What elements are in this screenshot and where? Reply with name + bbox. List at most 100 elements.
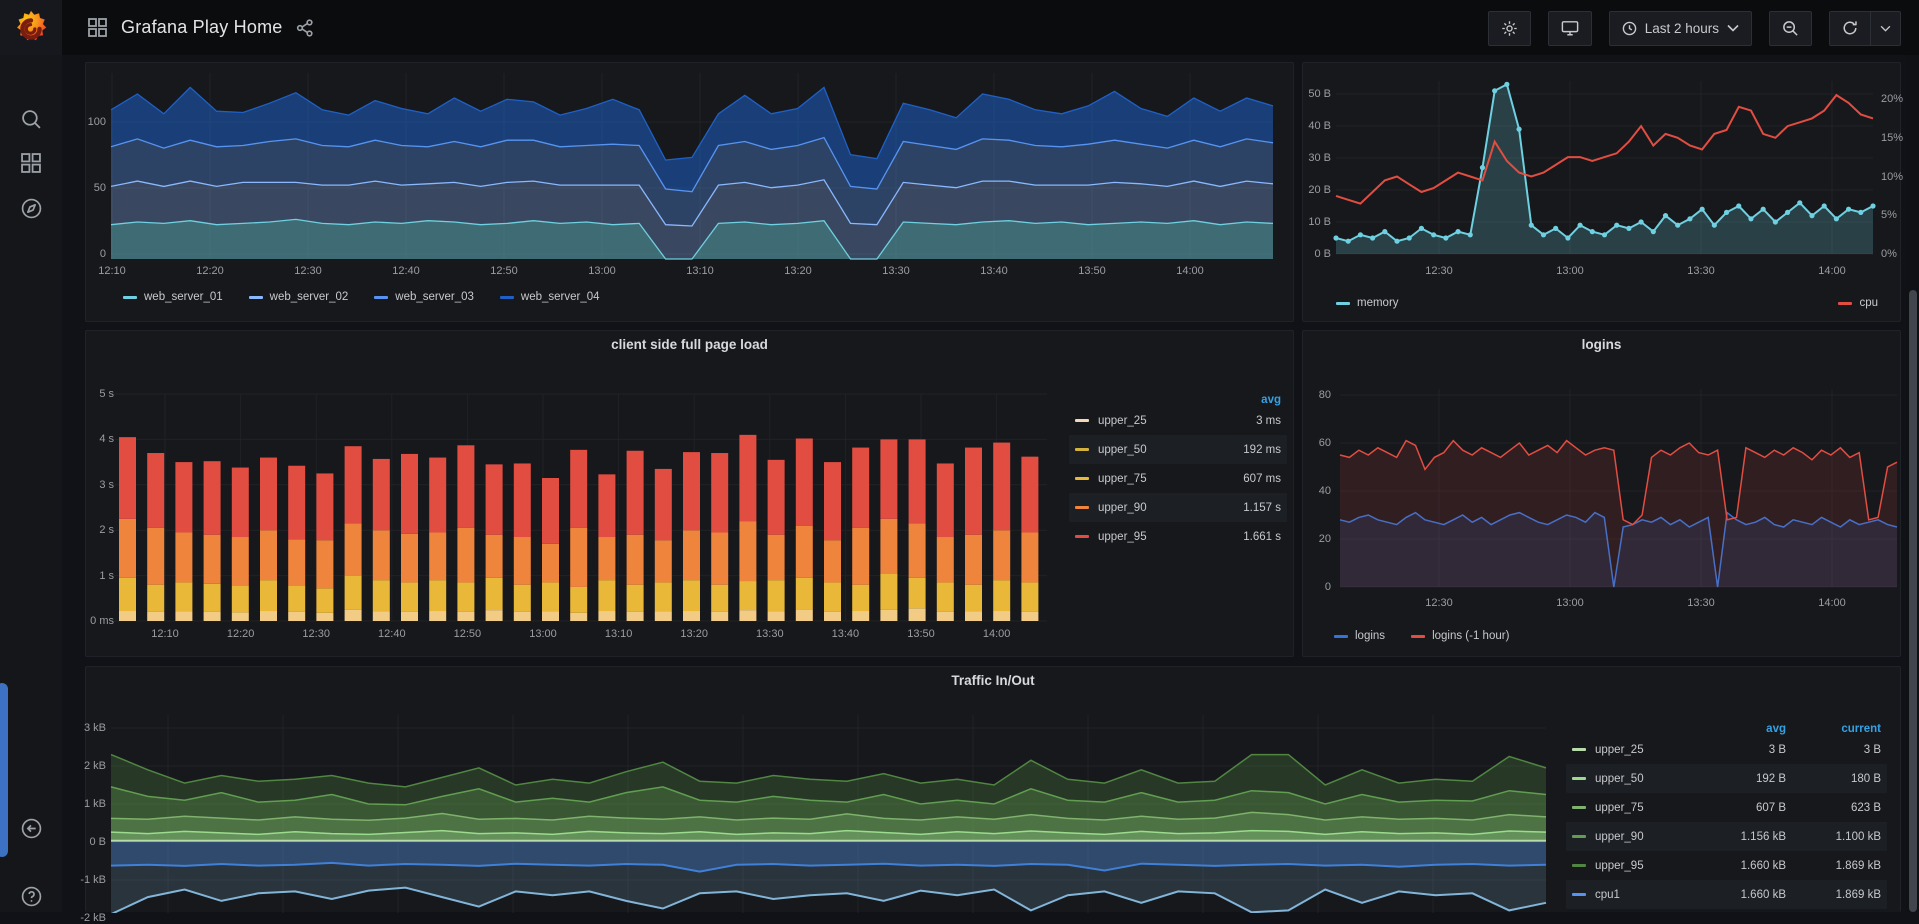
dashboard-settings-button[interactable]	[1488, 11, 1531, 46]
help-menu-item[interactable]	[0, 874, 62, 918]
legend-table-row[interactable]: upper_50192 ms	[1069, 435, 1287, 464]
panel-web-servers[interactable]: 050100 12:1012:2012:3012:4012:5013:0013:…	[85, 62, 1294, 322]
page-scrollbar-thumb[interactable]	[1909, 290, 1917, 912]
search-icon	[21, 109, 42, 130]
y-axis-tick-label: 4 s	[74, 433, 114, 445]
y-axis-tick-label: 2 kB	[71, 760, 106, 772]
legend-item[interactable]: logins	[1334, 630, 1385, 642]
grafana-logo[interactable]	[0, 0, 62, 55]
search-menu-item[interactable]	[0, 97, 62, 141]
memory-cpu-chart	[1303, 63, 1902, 323]
legend-label: upper_95	[1595, 860, 1644, 872]
x-axis-tick-label: 12:40	[392, 265, 420, 277]
legend-label: upper_75	[1098, 473, 1147, 485]
y-axis-tick-label: 50	[76, 182, 106, 194]
x-axis-tick-label: 12:30	[1425, 265, 1453, 277]
legend-value: 192 B	[1691, 773, 1786, 785]
dashboard-grid-icon[interactable]	[88, 18, 107, 37]
legend-table-row[interactable]: upper_50192 B180 B	[1566, 764, 1887, 793]
x-axis-tick-label: 12:20	[196, 265, 224, 277]
sign-in-menu-item[interactable]	[0, 806, 62, 850]
legend-sort-header[interactable]: avg	[1691, 723, 1786, 735]
y-axis-tick-label: 10%	[1881, 171, 1903, 183]
legend-label: upper_50	[1595, 773, 1644, 785]
dashboards-menu-item[interactable]	[0, 141, 62, 185]
x-axis-tick-label: 12:40	[378, 628, 406, 640]
legend-color-dash	[1075, 477, 1089, 480]
legend-table-row[interactable]: upper_951.660 kB1.869 kB	[1566, 851, 1887, 880]
page-title[interactable]: Grafana Play Home	[121, 17, 282, 38]
legend-label: web_server_03	[395, 291, 474, 303]
dashboards-grid-icon	[21, 153, 41, 173]
panel-client-side-full-page-load[interactable]: client side full page load 0 ms1 s2 s3 s…	[85, 330, 1294, 657]
legend-table-row[interactable]: upper_75607 B623 B	[1566, 793, 1887, 822]
zoom-out-button[interactable]	[1769, 11, 1812, 46]
x-axis-tick-label: 13:30	[1687, 265, 1715, 277]
legend-color-dash	[249, 296, 263, 299]
y-axis-tick-label: 0	[1301, 581, 1331, 593]
y-axis-tick-label: 0 B	[1293, 248, 1331, 260]
legend-label: web_server_02	[270, 291, 349, 303]
x-axis-tick-label: 12:10	[151, 628, 179, 640]
legend-item[interactable]: web_server_01	[123, 291, 223, 303]
legend-table-row[interactable]: upper_901.156 kB1.100 kB	[1566, 822, 1887, 851]
legend-value: 3 B	[1786, 744, 1881, 756]
legend-sort-header[interactable]: current	[1786, 723, 1881, 735]
chevron-down-icon	[1880, 25, 1891, 32]
help-icon	[21, 886, 42, 907]
legend-item[interactable]: cpu	[1838, 297, 1878, 309]
y-axis-tick-label: 40	[1301, 485, 1331, 497]
time-range-picker[interactable]: Last 2 hours	[1609, 11, 1752, 46]
y-axis-tick-label: -2 kB	[71, 912, 106, 924]
legend-table-row[interactable]: cpu11.660 kB1.869 kB	[1566, 880, 1887, 909]
legend-sort-header[interactable]: avg	[1193, 394, 1281, 406]
legend-color-dash	[500, 296, 514, 299]
panel-traffic-in-out[interactable]: Traffic In/Out 3 kB2 kB1 kB0 B-1 kB-2 kB…	[85, 666, 1901, 912]
panel-memory-cpu[interactable]: 0 B10 B20 B30 B40 B50 B 0%5%10%15%20% 12…	[1302, 62, 1901, 322]
legend-table-row[interactable]: upper_951.661 s	[1069, 522, 1287, 551]
share-icon[interactable]	[296, 19, 314, 37]
legend-label: upper_50	[1098, 444, 1147, 456]
legend-item[interactable]: logins (-1 hour)	[1411, 630, 1509, 642]
legend-table-header: avg	[1069, 394, 1287, 406]
refresh-button[interactable]	[1829, 11, 1871, 46]
y-axis-tick-label: 5 s	[74, 388, 114, 400]
legend-label: upper_95	[1098, 531, 1147, 543]
y-axis-tick-label: 3 s	[74, 479, 114, 491]
clock-icon	[1622, 21, 1637, 36]
legend-label: upper_90	[1595, 831, 1644, 843]
panel-logins[interactable]: logins 020406080 12:3013:0013:3014:00 lo…	[1302, 330, 1901, 657]
tv-kiosk-button[interactable]	[1548, 11, 1592, 46]
y-axis-tick-label: 15%	[1881, 132, 1903, 144]
sign-in-icon	[21, 818, 42, 839]
legend-item[interactable]: web_server_02	[249, 291, 349, 303]
y-axis-tick-label: 20	[1301, 533, 1331, 545]
legend-value: 623 B	[1786, 802, 1881, 814]
y-axis-tick-label: 40 B	[1293, 120, 1331, 132]
x-axis-tick-label: 13:00	[1556, 597, 1584, 609]
x-axis-tick-label: 12:30	[294, 265, 322, 277]
x-axis-tick-label: 14:00	[1818, 265, 1846, 277]
logins-chart	[1303, 331, 1902, 658]
y-axis-tick-label: 1 kB	[71, 798, 106, 810]
legend-table-row[interactable]: upper_253 ms	[1069, 406, 1287, 435]
legend-item[interactable]: memory	[1336, 297, 1399, 309]
legend-value: 607 ms	[1193, 473, 1281, 485]
legend-table-row[interactable]: upper_253 B3 B	[1566, 735, 1887, 764]
legend-item[interactable]: web_server_04	[500, 291, 600, 303]
x-axis-tick-label: 12:10	[98, 265, 126, 277]
legend-color-dash	[1075, 506, 1089, 509]
y-axis-tick-label: 1 s	[74, 570, 114, 582]
legend-label: upper_75	[1595, 802, 1644, 814]
explore-menu-item[interactable]	[0, 186, 62, 230]
x-axis-tick-label: 13:00	[529, 628, 557, 640]
legend-table-row[interactable]: upper_75 607 ms	[1069, 464, 1287, 493]
legend-table-row[interactable]: upper_901.157 s	[1069, 493, 1287, 522]
page-scrollbar-track[interactable]	[1906, 55, 1919, 912]
refresh-interval-dropdown[interactable]	[1871, 11, 1901, 46]
legend-item[interactable]: web_server_03	[374, 291, 474, 303]
y-axis-tick-label: 10 B	[1293, 216, 1331, 228]
legend-color-dash	[1075, 535, 1089, 538]
web-servers-chart	[86, 63, 1295, 323]
x-axis-tick-label: 14:00	[983, 628, 1011, 640]
